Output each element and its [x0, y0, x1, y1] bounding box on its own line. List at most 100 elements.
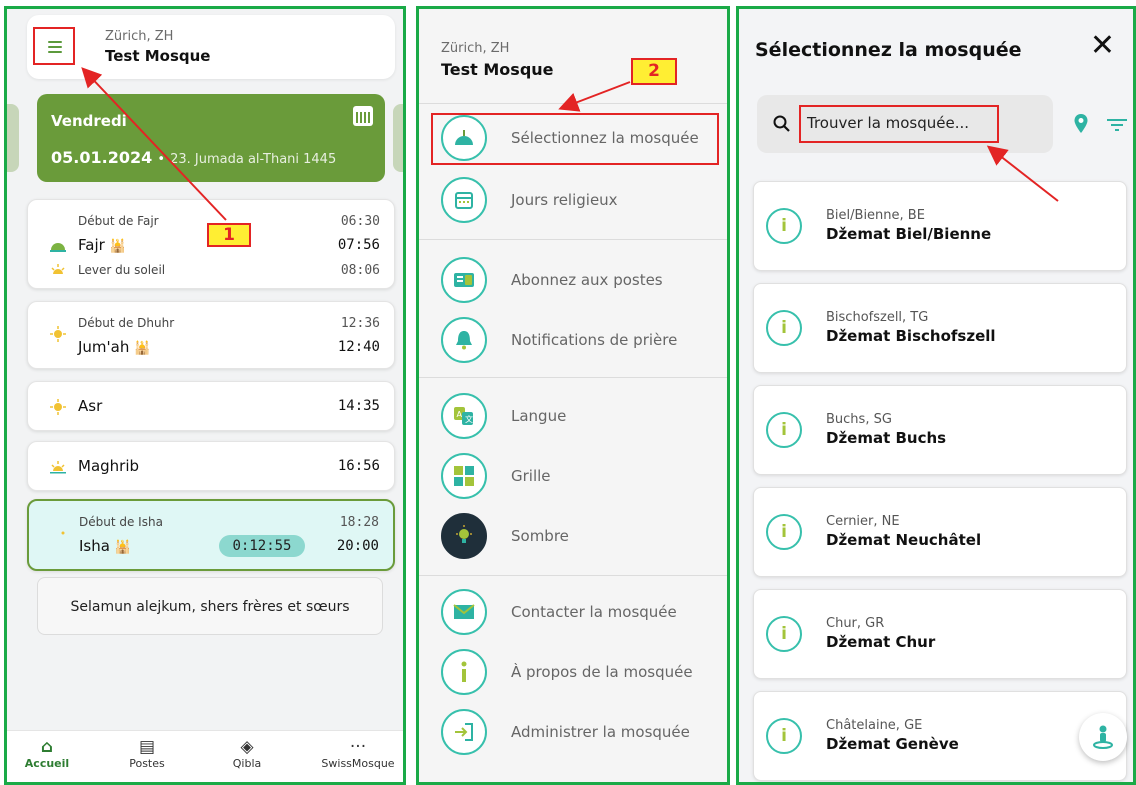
isha-start-label: Début de Isha: [79, 515, 163, 529]
mosque-city: Bischofszell, TG: [826, 310, 929, 325]
mosque-city: Cernier, NE: [826, 514, 900, 529]
menu-religious-days[interactable]: Jours religieux: [419, 173, 727, 229]
info-icon[interactable]: i: [766, 412, 802, 448]
tab-accueil[interactable]: ⌂ Accueil: [7, 737, 87, 770]
fajr-start-label: Début de Fajr: [78, 214, 159, 228]
calendar-icon: [441, 177, 487, 223]
select-mosque-screen: Sélectionnez la mosquée ✕ Trouver la mos…: [736, 6, 1136, 785]
fajr-time: 07:56: [337, 237, 380, 253]
compass-icon: ◈: [240, 737, 254, 757]
filter-icon[interactable]: [1107, 117, 1127, 133]
svg-text:文: 文: [465, 414, 473, 424]
dhuhr-start-label: Début de Dhuhr: [78, 316, 175, 330]
info-icon[interactable]: i: [766, 514, 802, 550]
home-icon: ⌂: [40, 737, 54, 757]
hamburger-menu-icon[interactable]: [39, 33, 71, 61]
navigation-drawer: Zürich, ZH Test Mosque 2 Sélectionnez la…: [416, 6, 730, 785]
menu-admin-mosque[interactable]: Administrer la mosquée: [419, 705, 727, 761]
isha-countdown: 0:12:55: [219, 535, 305, 557]
date-separator: •: [157, 152, 165, 167]
dhuhr-time: 12:40: [337, 339, 380, 355]
prayer-card-asr[interactable]: Asr 14:35: [27, 381, 395, 431]
isha-time: 20:00: [336, 538, 379, 554]
gregorian-date: 05.01.2024: [51, 148, 153, 167]
mosque-name: Džemat Biel/Bienne: [826, 225, 992, 243]
mosque-city: Châtelaine, GE: [826, 718, 923, 733]
weekday: Vendredi: [51, 112, 127, 130]
menu-subscribe-posts[interactable]: Abonnez aux postes: [419, 253, 727, 309]
location-pin-icon[interactable]: [1073, 113, 1089, 135]
grid-icon: [441, 453, 487, 499]
menu-select-mosque[interactable]: Sélectionnez la mosquée: [419, 111, 727, 167]
mosque-name: Džemat Chur: [826, 633, 936, 651]
drawer-location-city: Zürich, ZH: [441, 41, 510, 56]
close-icon[interactable]: ✕: [1090, 31, 1115, 61]
asr-time: 14:35: [337, 398, 380, 414]
hijri-date: 23. Jumada al-Thani 1445: [170, 152, 337, 167]
maghrib-name: Maghrib: [78, 457, 140, 475]
sunrise-half-icon: [50, 243, 66, 252]
tab-swissmosque[interactable]: ··· SwissMosque: [315, 737, 401, 770]
menu-dark-mode[interactable]: Sombre: [419, 509, 727, 565]
greeting-message: Selamun alejkum, shers frères et sœurs: [37, 577, 383, 635]
document-icon: ▤: [138, 737, 156, 757]
bottom-tab-bar: ⌂ Accueil ▤ Postes ◈ Qibla ··· SwissMosque: [7, 730, 403, 782]
info-icon[interactable]: i: [766, 208, 802, 244]
date-line: 05.01.2024 • 23. Jumada al-Thani 1445: [51, 148, 336, 167]
mosque-list-item[interactable]: i Cernier, NE Džemat Neuchâtel: [753, 487, 1127, 577]
menu-grid[interactable]: Grille: [419, 449, 727, 505]
menu-prayer-notifications[interactable]: Notifications de prière: [419, 313, 727, 369]
menu-contact-mosque[interactable]: Contacter la mosquée: [419, 585, 727, 641]
menu-language[interactable]: A文 Langue: [419, 389, 727, 445]
prev-day-card[interactable]: [7, 104, 19, 172]
fajr-name: Fajr 🕌: [78, 236, 126, 254]
tab-qibla[interactable]: ◈ Qibla: [207, 737, 287, 770]
mosque-city: Buchs, SG: [826, 412, 892, 427]
info-icon: [441, 649, 487, 695]
page-title: Sélectionnez la mosquée: [755, 39, 1022, 61]
info-icon[interactable]: i: [766, 310, 802, 346]
date-card[interactable]: Vendredi 05.01.2024 • 23. Jumada al-Than…: [37, 94, 385, 182]
language-icon: A文: [441, 393, 487, 439]
home-screen: Zürich, ZH Test Mosque Vendredi 05.01.20…: [4, 6, 406, 785]
more-icon: ···: [349, 737, 367, 757]
maghrib-time: 16:56: [337, 458, 380, 474]
prayer-card-isha[interactable]: Début de Isha 18:28 Isha 🕌 0:12:55 20:00: [27, 499, 395, 571]
mosque-name: Test Mosque: [105, 47, 211, 65]
search-input[interactable]: Trouver la mosquée...: [757, 95, 1053, 153]
drawer-mosque-name: Test Mosque: [441, 60, 554, 79]
bulb-icon: [441, 513, 487, 559]
mosque-icon: 🕌: [134, 341, 151, 356]
prayer-card-maghrib[interactable]: Maghrib 16:56: [27, 441, 395, 491]
sunrise-icon: [51, 264, 65, 274]
isha-name: Isha 🕌: [79, 537, 131, 555]
mosque-list-item[interactable]: i Chur, GR Džemat Chur: [753, 589, 1127, 679]
login-icon: [441, 709, 487, 755]
search-placeholder: Trouver la mosquée...: [807, 114, 970, 132]
next-day-card[interactable]: [393, 104, 403, 172]
sunrise-time: 08:06: [340, 263, 380, 278]
calendar-icon[interactable]: [353, 106, 373, 126]
search-icon: [773, 115, 790, 132]
prayer-card-dhuhr[interactable]: Début de Dhuhr 12:36 Jum'ah 🕌 12:40: [27, 301, 395, 369]
mosque-city: Biel/Bienne, BE: [826, 208, 925, 223]
callout-2: 2: [631, 58, 677, 85]
info-icon[interactable]: i: [766, 616, 802, 652]
screenshot-composite: Zürich, ZH Test Mosque Vendredi 05.01.20…: [0, 0, 1136, 785]
mosque-list-item[interactable]: i Châtelaine, GE Džemat Genève: [753, 691, 1127, 781]
tab-postes[interactable]: ▤ Postes: [107, 737, 187, 770]
info-icon[interactable]: i: [766, 718, 802, 754]
dhuhr-start-time: 12:36: [340, 316, 380, 331]
mosque-name: Džemat Neuchâtel: [826, 531, 982, 549]
mosque-icon: 🕌: [114, 540, 131, 555]
sun-icon: [50, 399, 66, 415]
nearby-location-fab[interactable]: [1079, 713, 1127, 761]
dhuhr-name: Jum'ah 🕌: [78, 338, 151, 356]
sunrise-label: Lever du soleil: [78, 263, 166, 277]
sunset-icon: [50, 461, 66, 474]
mosque-list-item[interactable]: i Bischofszell, TG Džemat Bischofszell: [753, 283, 1127, 373]
asr-name: Asr: [78, 397, 103, 415]
menu-about-mosque[interactable]: À propos de la mosquée: [419, 645, 727, 701]
mosque-list-item[interactable]: i Buchs, SG Džemat Buchs: [753, 385, 1127, 475]
mosque-list-item[interactable]: i Biel/Bienne, BE Džemat Biel/Bienne: [753, 181, 1127, 271]
